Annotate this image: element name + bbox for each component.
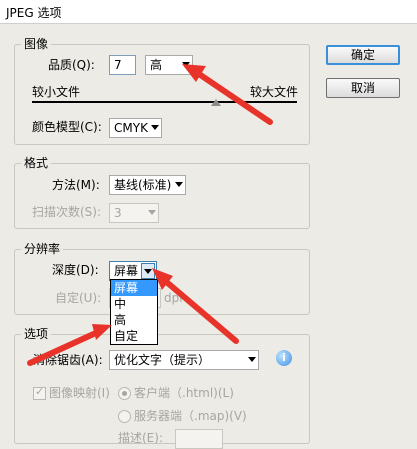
client-side-radio[interactable] [118, 387, 131, 400]
resolution-group-legend: 分辨率 [21, 242, 64, 256]
scans-value: 3 [114, 206, 122, 220]
antialias-value: 优化文字（提示） [114, 353, 211, 367]
dropdown-option-screen[interactable]: 屏幕 [111, 280, 157, 296]
chevron-down-icon [151, 125, 159, 130]
chevron-down-icon [248, 357, 256, 362]
dpi-unit-label: dpi [164, 291, 183, 305]
imagemap-checkbox[interactable] [33, 385, 46, 400]
image-group-legend: 图像 [21, 37, 52, 51]
dropdown-option-medium[interactable]: 中 [111, 296, 157, 312]
quality-slider-thumb[interactable] [211, 99, 221, 106]
small-file-label: 较小文件 [32, 85, 81, 99]
chevron-down-icon [175, 182, 183, 187]
ok-button[interactable]: 确定 [326, 45, 400, 65]
quality-level-select[interactable]: 高 [145, 55, 193, 75]
method-select[interactable]: 基线(标准) [109, 175, 186, 195]
color-model-label: 颜色模型(C): [32, 120, 102, 134]
dropdown-option-custom[interactable]: 自定 [111, 328, 157, 344]
color-model-value: CMYK [114, 121, 148, 135]
cancel-button[interactable]: 取消 [326, 78, 400, 98]
format-group-legend: 格式 [21, 156, 52, 170]
quality-level-value: 高 [150, 58, 163, 72]
chevron-down-icon [182, 62, 190, 67]
server-side-label: 服务器端（.map)(V) [134, 409, 247, 423]
scans-select[interactable]: 3 [109, 203, 159, 223]
chevron-down-icon [148, 210, 156, 215]
quality-label: 品质(Q): [48, 58, 95, 72]
options-group-legend: 选项 [21, 327, 52, 341]
window-title: JPEG 选项 [6, 6, 62, 20]
scans-label: 扫描次数(S): [32, 205, 102, 219]
method-label: 方法(M): [52, 178, 100, 192]
depth-label: 深度(D): [52, 263, 99, 277]
quality-slider-track[interactable] [32, 101, 297, 103]
client-side-label: 客户端（.html)(L) [134, 386, 234, 400]
info-icon[interactable]: i [276, 350, 292, 366]
antialias-label: 消除锯齿(A): [33, 353, 103, 367]
depth-dropdown-list: 屏幕 中 高 自定 [110, 279, 158, 345]
color-model-select[interactable]: CMYK [109, 118, 162, 138]
antialias-select[interactable]: 优化文字（提示） [109, 350, 259, 370]
custom-label: 自定(U): [55, 291, 102, 305]
server-side-radio[interactable] [118, 410, 131, 423]
chevron-down-icon [144, 269, 152, 274]
large-file-label: 较大文件 [250, 85, 299, 99]
title-bar: JPEG 选项 [0, 0, 417, 24]
description-input[interactable] [175, 429, 223, 449]
quality-input[interactable]: 7 [109, 55, 136, 75]
imagemap-label: 图像映射(I) [49, 386, 110, 400]
method-value: 基线(标准) [114, 178, 172, 192]
description-label: 描述(E): [118, 431, 163, 445]
depth-select[interactable]: 屏幕 [109, 261, 157, 281]
depth-value: 屏幕 [114, 264, 139, 278]
dropdown-option-high[interactable]: 高 [111, 312, 157, 328]
depth-dropdown-button[interactable] [141, 263, 155, 279]
